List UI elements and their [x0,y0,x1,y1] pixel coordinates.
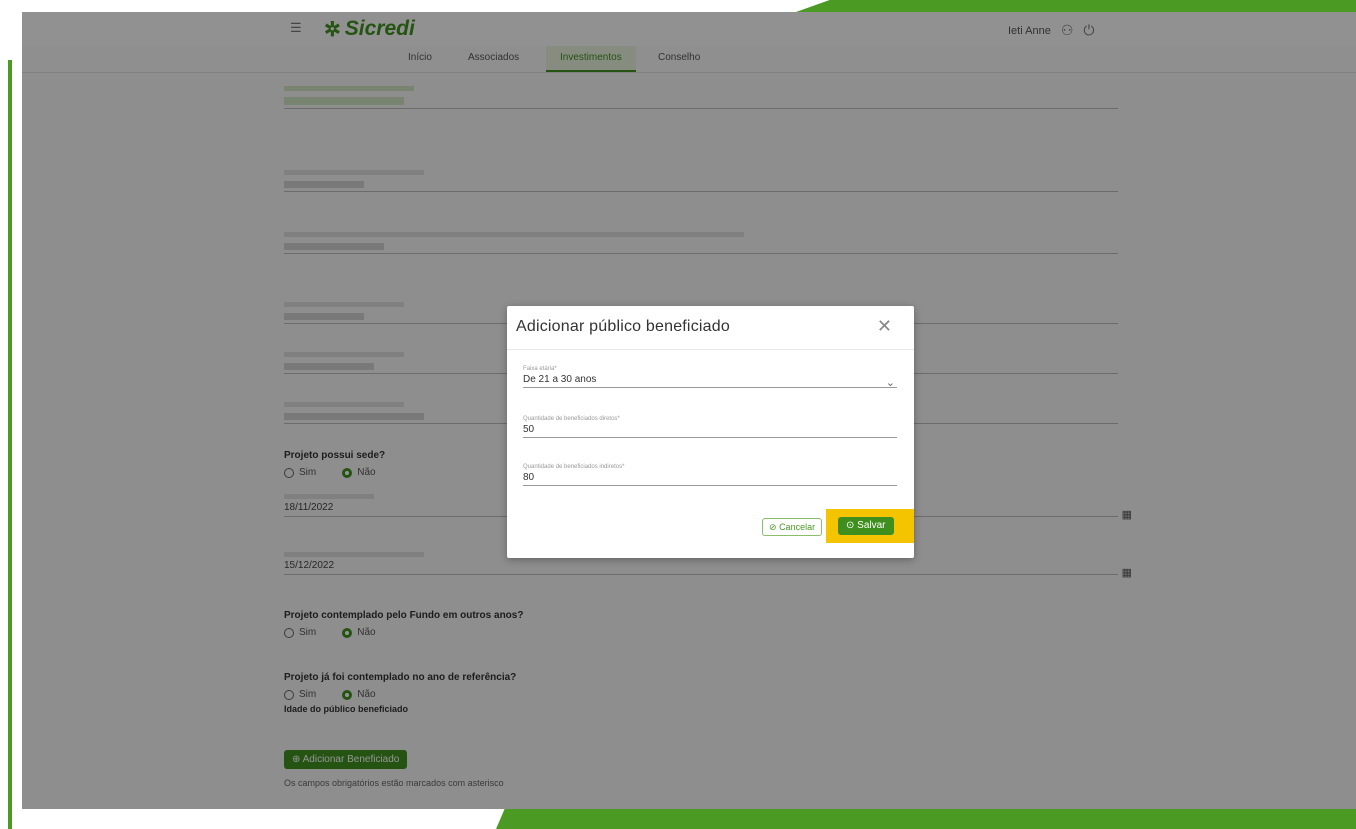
modal-title: Adicionar público beneficiado [516,318,730,335]
qtd-diretos-value: 50 [523,424,535,435]
field-underline [523,485,897,486]
modal-header: Adicionar público beneficiado ✕ [507,306,914,350]
chevron-down-icon[interactable]: ⌄ [886,376,895,389]
qtd-indiretos-field[interactable]: Quantidade de beneficiados indiretos* 80 [523,464,897,486]
cancel-label: Cancelar [779,522,816,532]
qtd-indiretos-label: Quantidade de beneficiados indiretos* [523,464,625,470]
app-screen: ☰ ✲ Sicredi Ieti Anne ⚇ ⏻ Início Associa… [22,12,1356,809]
faixa-etaria-value: De 21 a 30 anos [523,374,597,385]
field-underline [523,437,897,438]
qtd-diretos-field[interactable]: Quantidade de beneficiados diretos* 50 [523,416,897,438]
faixa-etaria-label: Faixa etária* [523,366,557,372]
close-icon[interactable]: ✕ [877,316,892,337]
faixa-etaria-select[interactable]: Faixa etária* De 21 a 30 anos ⌄ [523,366,897,389]
qtd-diretos-label: Quantidade de beneficiados diretos* [523,416,620,422]
qtd-indiretos-value: 80 [523,472,535,483]
save-button[interactable]: ⊙ Salvar [838,517,894,535]
check-circle-icon: ⊙ [846,520,855,531]
cancel-button[interactable]: ⊘ Cancelar [762,518,823,536]
cancel-circle-icon: ⊘ [769,522,777,532]
field-underline [523,387,897,388]
save-label: Salvar [857,520,886,531]
decorative-bottom-bar [496,809,1356,829]
add-publico-modal: Adicionar público beneficiado ✕ Faixa et… [507,306,914,558]
decorative-left-bar [8,60,12,829]
decorative-top-bar [796,0,1356,12]
